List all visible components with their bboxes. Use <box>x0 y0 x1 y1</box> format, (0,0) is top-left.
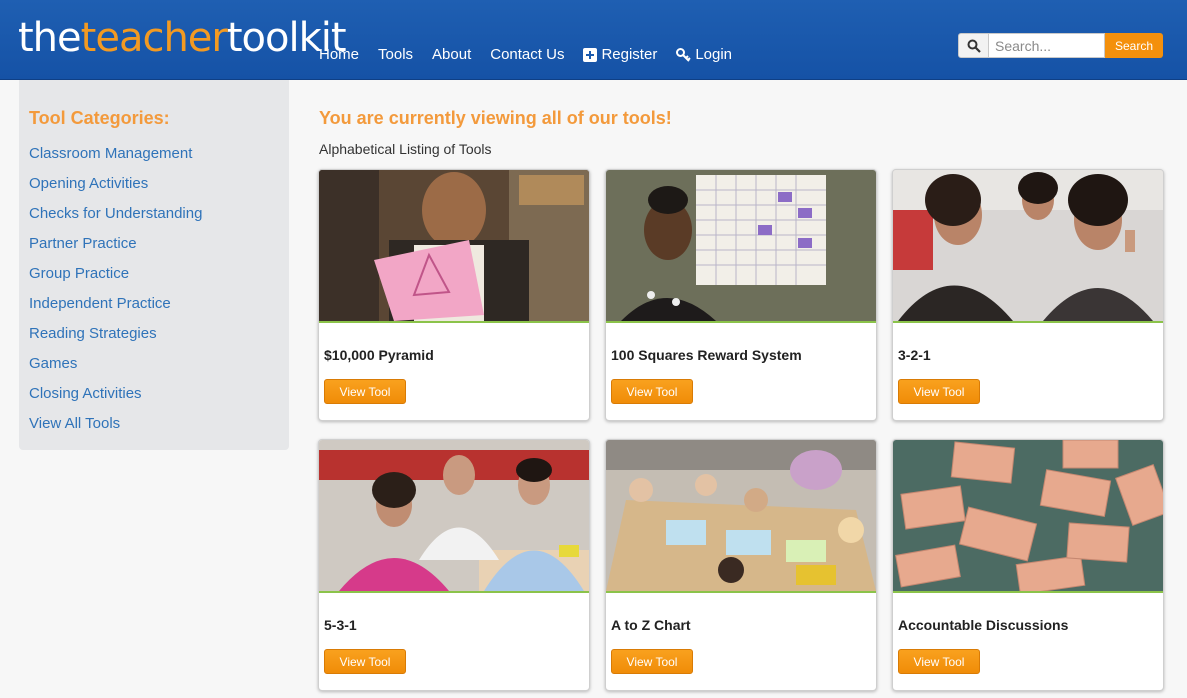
tool-name: $10,000 Pyramid <box>324 347 434 363</box>
tool-name: 100 Squares Reward System <box>611 347 802 363</box>
tool-image[interactable] <box>893 170 1163 323</box>
logo-text-teacher: teacher <box>80 15 228 61</box>
site-header: theteachertoolkit Home Tools About Conta… <box>0 0 1187 80</box>
view-tool-button[interactable]: View Tool <box>898 379 980 404</box>
tool-card: A to Z Chart View Tool <box>605 439 877 691</box>
sidebar-title: Tool Categories: <box>29 108 170 128</box>
nav-home[interactable]: Home <box>319 44 359 66</box>
tool-name: 3-2-1 <box>898 347 931 363</box>
nav-register-label: Register <box>601 46 658 63</box>
view-tool-button[interactable]: View Tool <box>324 649 406 674</box>
tool-card: Accountable Discussions View Tool <box>892 439 1164 691</box>
category-opening-activities[interactable]: Opening Activities <box>29 169 202 199</box>
view-tool-button[interactable]: View Tool <box>611 649 693 674</box>
category-group-practice[interactable]: Group Practice <box>29 259 202 289</box>
nav-contact-label: Contact Us <box>490 46 565 63</box>
search-input[interactable] <box>989 33 1105 58</box>
tool-image[interactable] <box>319 440 589 593</box>
logo-text-the: the <box>18 15 82 61</box>
nav-login[interactable]: Login <box>676 44 732 66</box>
category-list: Classroom Management Opening Activities … <box>29 139 202 439</box>
sidebar: Tool Categories: Classroom Management Op… <box>19 80 289 450</box>
nav-contact-us[interactable]: Contact Us <box>490 44 564 66</box>
category-reading-strategies[interactable]: Reading Strategies <box>29 319 202 349</box>
tool-image[interactable] <box>893 440 1163 593</box>
search-box: Search <box>958 33 1163 58</box>
category-view-all-tools[interactable]: View All Tools <box>29 409 202 439</box>
plus-square-icon <box>583 48 598 62</box>
page-subtitle: Alphabetical Listing of Tools <box>319 141 492 157</box>
search-button[interactable]: Search <box>1105 33 1163 58</box>
tool-card: 3-2-1 View Tool <box>892 169 1164 421</box>
category-independent-practice[interactable]: Independent Practice <box>29 289 202 319</box>
nav-tools-label: Tools <box>378 46 414 63</box>
tool-grid: $10,000 Pyramid View Tool 100 Squares Re… <box>318 169 1165 691</box>
tool-name: Accountable Discussions <box>898 617 1069 633</box>
category-checks-for-understanding[interactable]: Checks for Understanding <box>29 199 202 229</box>
category-closing-activities[interactable]: Closing Activities <box>29 379 202 409</box>
tool-image[interactable] <box>606 170 876 323</box>
category-classroom-management[interactable]: Classroom Management <box>29 139 202 169</box>
nav-tools[interactable]: Tools <box>378 44 413 66</box>
tool-image[interactable] <box>606 440 876 593</box>
tool-name: A to Z Chart <box>611 617 691 633</box>
tool-card: 100 Squares Reward System View Tool <box>605 169 877 421</box>
nav-register[interactable]: Register <box>583 44 657 66</box>
site-logo[interactable]: theteachertoolkit <box>18 6 347 70</box>
tool-card: 5-3-1 View Tool <box>318 439 590 691</box>
category-games[interactable]: Games <box>29 349 202 379</box>
nav-about-label: About <box>432 46 472 63</box>
tool-name: 5-3-1 <box>324 617 357 633</box>
search-icon <box>958 33 989 58</box>
main-nav: Home Tools About Contact Us Register Log… <box>319 44 751 66</box>
nav-login-label: Login <box>695 46 733 63</box>
key-icon <box>676 48 692 62</box>
view-tool-button[interactable]: View Tool <box>611 379 693 404</box>
category-partner-practice[interactable]: Partner Practice <box>29 229 202 259</box>
nav-about[interactable]: About <box>432 44 471 66</box>
nav-home-label: Home <box>319 46 360 63</box>
page-title: You are currently viewing all of our too… <box>319 108 672 128</box>
view-tool-button[interactable]: View Tool <box>324 379 406 404</box>
view-tool-button[interactable]: View Tool <box>898 649 980 674</box>
tool-image[interactable] <box>319 170 589 323</box>
tool-card: $10,000 Pyramid View Tool <box>318 169 590 421</box>
